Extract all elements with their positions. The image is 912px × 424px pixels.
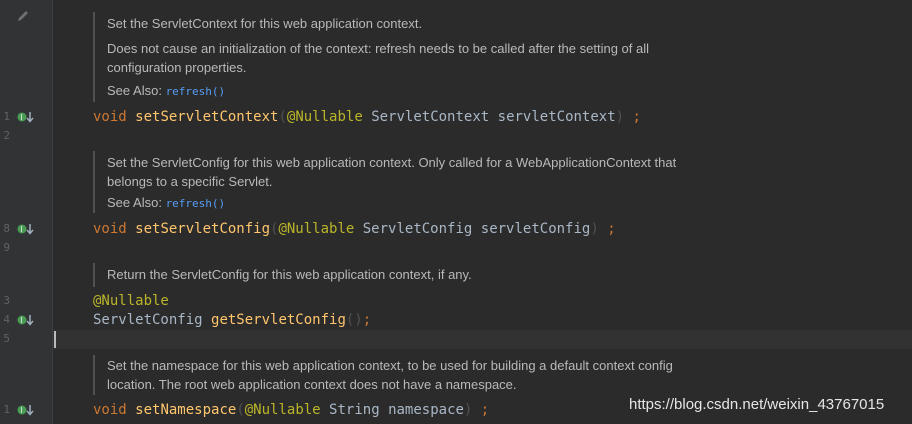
doc-text: Set the ServletContext for this web appl… (107, 16, 423, 31)
implemented-method-icon[interactable]: I (17, 223, 35, 235)
line-number: 4 (3, 313, 10, 326)
code-paren: ) (463, 402, 473, 418)
code-paren: ( (278, 109, 287, 125)
code-paren: ( (236, 402, 245, 418)
method-name: setServletConfig (135, 221, 271, 237)
edit-pencil-icon[interactable] (16, 9, 30, 23)
param-type: ServletContext (371, 109, 490, 125)
code-annotation: @Nullable (286, 109, 363, 125)
line-number: 8 (3, 222, 10, 235)
line-number: 1 (3, 403, 10, 416)
see-also-label: See Also: (107, 195, 162, 210)
javadoc-block: Set the namespace for this web applicati… (93, 355, 707, 395)
watermark-text: https://blog.csdn.net/weixin_43767015 (629, 396, 885, 413)
code-keyword: void (93, 402, 127, 418)
line-number: 1 (3, 110, 10, 123)
code-keyword: void (93, 221, 127, 237)
code-semicolon: ; (607, 221, 616, 237)
svg-text:I: I (20, 316, 22, 325)
annotation-line[interactable]: @Nullable (93, 292, 169, 311)
javadoc-block: Return the ServletConfig for this web ap… (93, 263, 707, 287)
javadoc-block: Set the ServletConfig for this web appli… (93, 151, 707, 213)
method-declaration[interactable]: void setServletContext(@Nullable Servlet… (93, 108, 641, 127)
doc-text: Set the ServletConfig for this web appli… (107, 155, 677, 189)
line-number: 5 (3, 332, 10, 345)
implemented-method-icon[interactable]: I (17, 111, 35, 123)
code-semicolon: ; (362, 312, 372, 328)
gutter-divider (52, 0, 53, 424)
code-paren: ) (590, 221, 599, 237)
code-annotation: @Nullable (278, 221, 355, 237)
javadoc-block: Set the ServletContext for this web appl… (93, 12, 707, 102)
code-annotation: @Nullable (93, 293, 169, 309)
param-name: servletConfig (480, 221, 591, 237)
doc-text: Return the ServletConfig for this web ap… (107, 267, 472, 282)
see-also-link[interactable]: refresh() (166, 197, 226, 210)
editor-gutter (0, 0, 52, 424)
method-name: setServletContext (135, 109, 279, 125)
current-line-highlight (53, 330, 912, 349)
text-caret (54, 331, 56, 348)
code-paren: ) (615, 109, 625, 125)
method-declaration[interactable]: void setNamespace(@Nullable String names… (93, 401, 489, 420)
method-declaration[interactable]: void setServletConfig(@Nullable ServletC… (93, 220, 616, 239)
svg-text:I: I (20, 225, 22, 234)
code-semicolon: ; (480, 402, 490, 418)
svg-text:I: I (20, 113, 22, 122)
doc-text: Does not cause an initialization of the … (107, 41, 649, 75)
see-also-link[interactable]: refresh() (166, 85, 226, 98)
code-annotation: @Nullable (244, 402, 321, 418)
svg-text:I: I (20, 406, 22, 415)
return-type: ServletConfig (93, 312, 203, 328)
method-name: setNamespace (135, 402, 237, 418)
method-declaration[interactable]: ServletConfig getServletConfig(); (93, 311, 371, 330)
method-name: getServletConfig (211, 312, 346, 328)
line-number: 9 (3, 241, 10, 254)
param-name: servletContext (497, 109, 616, 125)
param-type: String (329, 402, 380, 418)
doc-text: Set the namespace for this web applicati… (107, 358, 673, 392)
implemented-method-icon[interactable]: I (17, 404, 35, 416)
see-also-label: See Also: (107, 83, 162, 98)
line-number: 2 (3, 129, 10, 142)
code-paren: () (345, 312, 363, 328)
implemented-method-icon[interactable]: I (17, 314, 35, 326)
param-type: ServletConfig (362, 221, 473, 237)
code-semicolon: ; (632, 109, 641, 125)
param-name: namespace (388, 402, 464, 418)
line-number: 3 (3, 294, 10, 307)
code-keyword: void (93, 109, 127, 125)
